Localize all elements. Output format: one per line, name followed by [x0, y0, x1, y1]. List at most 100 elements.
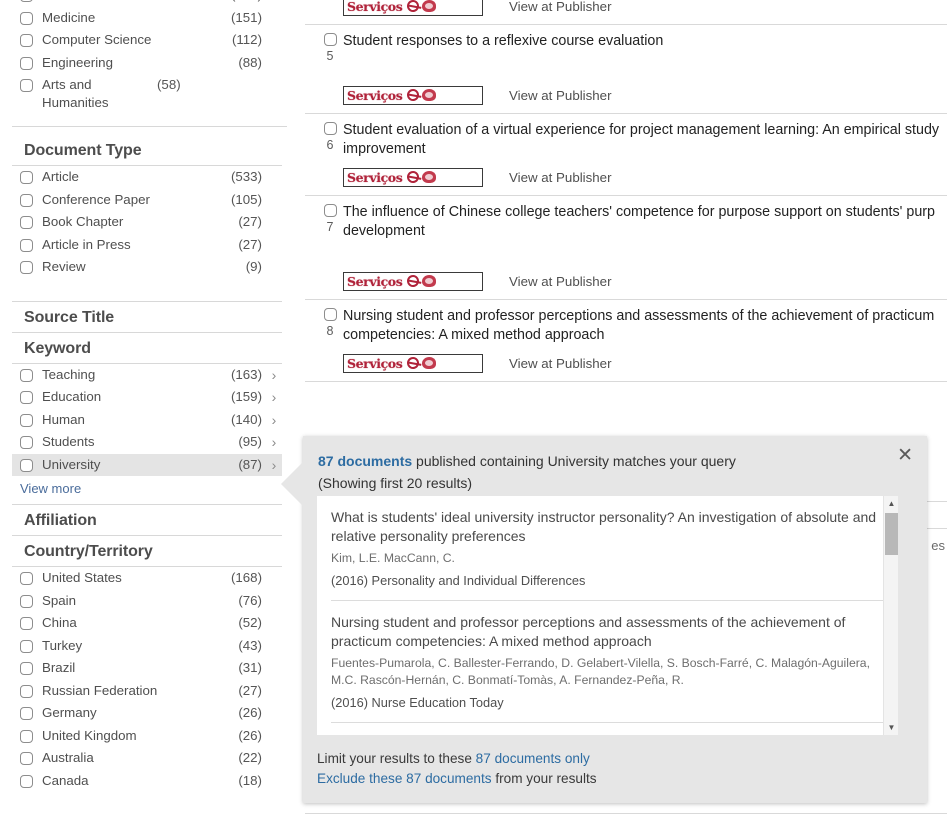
facet-row-united-states[interactable]: United States (168) › — [12, 567, 282, 590]
checkbox-icon[interactable] — [323, 204, 337, 217]
result-title[interactable]: Student evaluation of a virtual experien… — [343, 121, 947, 159]
facet-row-engineering[interactable]: Engineering (88) › — [12, 52, 282, 75]
facet-row-book-chapter[interactable]: Book Chapter (27) › — [12, 211, 282, 234]
facet-row-brazil[interactable]: Brazil (31) › — [12, 657, 282, 680]
result-title[interactable]: The influence of Chinese college teacher… — [343, 203, 947, 241]
facet-label: Education — [42, 389, 102, 404]
facet-row-article[interactable]: Article (533) › — [12, 166, 282, 189]
servicos-link-resolver-button[interactable]: Serviços — [343, 271, 483, 291]
facet-row-spain[interactable]: Spain (76) › — [12, 590, 282, 613]
exclude-results-link[interactable]: Exclude these 87 documents — [317, 771, 492, 786]
facet-row-education[interactable]: Education (159) › — [12, 386, 282, 409]
checkbox-icon[interactable] — [20, 707, 33, 720]
facet-row-turkey[interactable]: Turkey (43) › — [12, 635, 282, 658]
facet-row-australia[interactable]: Australia (22) › — [12, 747, 282, 770]
facet-heading-keyword[interactable]: Keyword — [12, 333, 282, 364]
facet-heading-source-title[interactable]: Source Title — [12, 300, 282, 333]
view-at-publisher-link[interactable]: View at Publisher — [509, 356, 612, 371]
list-item[interactable]: What is students' ideal university instr… — [331, 496, 884, 601]
checkbox-icon[interactable] — [20, 436, 33, 449]
result-number: 5 — [326, 49, 334, 63]
result-title[interactable]: Nursing student and professor perception… — [343, 307, 947, 345]
popup-scrollbar[interactable]: ▲ ▼ — [883, 496, 898, 735]
facet-row-teaching[interactable]: Teaching (163) › — [12, 364, 282, 387]
facet-row-human[interactable]: Human (140) › — [12, 409, 282, 432]
facet-count: (163) — [230, 366, 262, 382]
list-item[interactable]: Blended learning across universities in … — [331, 723, 884, 735]
facet-row-conference-paper[interactable]: Conference Paper (105) › — [12, 189, 282, 212]
checkbox-icon[interactable] — [20, 368, 33, 382]
servicos-link-resolver-button[interactable]: Serviços — [343, 167, 483, 187]
checkbox-icon[interactable] — [20, 729, 33, 743]
servicos-link-resolver-button[interactable]: Serviços — [343, 85, 483, 105]
scroll-up-arrow-icon[interactable]: ▲ — [884, 496, 898, 511]
scroll-down-arrow-icon[interactable]: ▼ — [884, 720, 898, 735]
checkbox-icon[interactable] — [20, 662, 33, 675]
checkbox-icon[interactable] — [323, 308, 337, 321]
facet-row-arts-and-humanities[interactable]: Arts and Humanities (58) › — [12, 74, 282, 114]
checkbox-icon[interactable] — [20, 56, 33, 70]
facet-row-united-kingdom[interactable]: United Kingdom (26) › — [12, 725, 282, 748]
checkbox-icon[interactable] — [20, 391, 33, 404]
facet-heading-affiliation[interactable]: Affiliation — [12, 504, 282, 536]
chevron-right-icon[interactable]: › — [266, 366, 282, 384]
view-at-publisher-link[interactable]: View at Publisher — [509, 88, 612, 103]
keyword-view-more-link[interactable]: View more — [12, 476, 282, 504]
result-title[interactable]: Student responses to a reflexive course … — [343, 32, 947, 51]
result-actions: Serviços View at Publisher — [305, 167, 947, 187]
checkbox-icon[interactable] — [323, 122, 337, 135]
limit-results-link[interactable]: 87 documents only — [476, 751, 590, 766]
checkbox-icon[interactable] — [20, 458, 33, 472]
popup-doc-title[interactable]: What is students' ideal university instr… — [331, 508, 884, 546]
facet-group-affiliation[interactable]: Affiliation — [12, 504, 282, 536]
facet-row-computer-science[interactable]: Computer Science (112) › — [12, 29, 282, 52]
view-at-publisher-link[interactable]: View at Publisher — [509, 170, 612, 185]
checkbox-icon[interactable] — [20, 639, 33, 653]
popup-doc-title[interactable]: Nursing student and professor perception… — [331, 613, 884, 651]
chevron-right-icon[interactable]: › — [266, 411, 282, 429]
chevron-right-icon[interactable]: › — [266, 456, 282, 474]
checkbox-icon[interactable] — [323, 33, 337, 46]
facet-heading-country-territory[interactable]: Country/Territory — [12, 536, 282, 567]
checkbox-icon[interactable] — [20, 684, 33, 698]
facet-row-medicine[interactable]: Medicine (151) › — [12, 7, 282, 30]
facet-row-canada[interactable]: Canada (18) › — [12, 770, 282, 793]
chevron-right-icon[interactable]: › — [266, 388, 282, 406]
view-at-publisher-link[interactable]: View at Publisher — [509, 0, 612, 14]
checkbox-icon[interactable] — [20, 171, 33, 184]
checkbox-icon[interactable] — [20, 752, 33, 765]
facet-row-students[interactable]: Students (95) › — [12, 431, 282, 454]
facet-row-germany[interactable]: Germany (26) › — [12, 702, 282, 725]
checkbox-icon[interactable] — [20, 34, 33, 47]
facet-count: (26) — [238, 705, 262, 720]
view-at-publisher-link[interactable]: View at Publisher — [509, 274, 612, 289]
checkbox-icon[interactable] — [20, 11, 33, 25]
facet-row-review[interactable]: Review (9) › — [12, 256, 282, 279]
servicos-link-resolver-button[interactable]: Serviços — [343, 353, 483, 373]
facet-row-china[interactable]: China (52) › — [12, 612, 282, 635]
facet-row-article-in-press[interactable]: Article in Press (27) › — [12, 234, 282, 257]
servicos-link-resolver-button[interactable]: Serviços — [343, 0, 483, 16]
checkbox-icon[interactable] — [20, 261, 33, 274]
facet-row-russian-federation[interactable]: Russian Federation (27) › — [12, 680, 282, 703]
checkbox-icon[interactable] — [20, 774, 33, 788]
checkbox-icon[interactable] — [20, 617, 33, 630]
checkbox-icon[interactable] — [20, 216, 33, 229]
facet-row-university[interactable]: University (87) › — [12, 453, 282, 476]
checkbox-icon[interactable] — [20, 238, 33, 252]
facet-group-keyword: Keyword Teaching (163) › Education (159)… — [12, 333, 282, 505]
checkbox-icon[interactable] — [20, 572, 33, 585]
checkbox-icon[interactable] — [20, 79, 33, 92]
scrollbar-thumb[interactable] — [885, 513, 898, 555]
checkbox-icon[interactable] — [20, 413, 33, 427]
facet-count: (18) — [238, 772, 262, 788]
checkbox-icon[interactable] — [20, 0, 33, 2]
list-item[interactable]: Nursing student and professor perception… — [331, 601, 884, 723]
chevron-right-icon[interactable]: › — [266, 433, 282, 451]
checkbox-icon[interactable] — [20, 594, 33, 608]
close-icon[interactable]: ✕ — [897, 446, 913, 465]
facet-group-source-title[interactable]: Source Title — [12, 300, 282, 333]
checkbox-icon[interactable] — [20, 193, 33, 207]
popup-count-link[interactable]: 87 documents — [318, 453, 412, 469]
